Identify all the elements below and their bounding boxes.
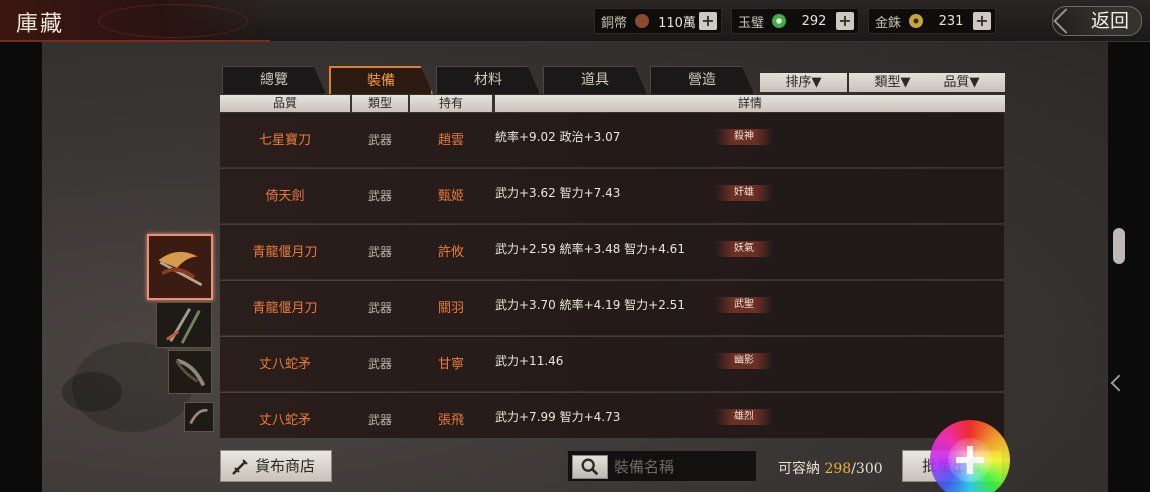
gold-coin-icon <box>909 14 923 28</box>
item-detail: 武力+3.70 統率+4.19 智力+2.51 <box>495 298 685 312</box>
jade-disc-icon <box>772 14 786 28</box>
item-owner: 許攸 <box>437 245 464 260</box>
column-header-owner[interactable]: 持有 <box>410 95 492 112</box>
item-type: 武器 <box>367 357 392 371</box>
table-row[interactable]: 青龍偃月刀 武器 許攸 武力+2.59 統率+3.48 智力+4.61 妖氣 <box>220 225 1004 280</box>
item-tag: 武聖 <box>715 297 773 313</box>
item-owner: 甄姬 <box>437 189 464 204</box>
tab-construction[interactable]: 營造 <box>650 66 754 94</box>
item-detail: 武力+11.46 <box>495 354 564 368</box>
add-gold-button[interactable]: + <box>973 12 991 30</box>
title-plate: 庫藏 <box>0 0 270 42</box>
item-type: 武器 <box>367 245 392 259</box>
item-name: 七星寶刀 <box>258 133 311 148</box>
table-row[interactable]: 青龍偃月刀 武器 關羽 武力+3.70 統率+4.19 智力+2.51 武聖 <box>220 281 1004 336</box>
sort-dropdown[interactable]: 排序▼ <box>760 73 847 92</box>
column-header-type[interactable]: 類型 <box>352 95 408 112</box>
capacity-label: 可容納 <box>778 461 820 477</box>
chevron-left-icon <box>1053 8 1079 34</box>
item-name: 青龍偃月刀 <box>252 245 318 260</box>
capacity-total: 300 <box>855 461 883 477</box>
item-name: 丈八蛇矛 <box>258 413 311 428</box>
thumbnail-crescent-blade[interactable] <box>147 234 213 300</box>
right-margin <box>1108 42 1150 492</box>
ink-decoration <box>62 372 122 412</box>
currency-value: 292 <box>801 13 827 29</box>
currency-copper: 銅幣 110萬 + <box>594 8 722 34</box>
column-header-detail: 詳情 <box>495 95 1005 112</box>
currency-name: 玉璧 <box>738 15 765 31</box>
capacity-used: 298 <box>824 461 852 477</box>
add-copper-button[interactable]: + <box>699 12 717 30</box>
table-row[interactable]: 七星寶刀 武器 趙雲 統率+9.02 政治+3.07 殺神 <box>220 113 1004 168</box>
crescent-blade-icon <box>149 236 211 298</box>
currency-name: 金銖 <box>875 15 902 31</box>
small-blade-icon <box>185 403 213 431</box>
item-owner: 甘寧 <box>437 357 464 372</box>
item-owner: 趙雲 <box>437 133 464 148</box>
item-tag: 雄烈 <box>715 409 773 425</box>
item-owner: 關羽 <box>437 301 464 316</box>
copper-coin-icon <box>635 14 649 28</box>
item-name: 丈八蛇矛 <box>258 357 311 372</box>
item-name: 倚天劍 <box>265 189 305 204</box>
item-type: 武器 <box>367 189 392 203</box>
thumbnail-dual-swords[interactable] <box>156 302 212 348</box>
capacity-indicator: 可容納 298/300 <box>778 458 883 478</box>
sword-icon <box>232 459 248 475</box>
item-tag: 奸雄 <box>715 185 773 201</box>
item-detail: 統率+9.02 政治+3.07 <box>495 130 621 144</box>
column-header-quality[interactable]: 品質 <box>220 95 350 112</box>
table-row[interactable]: 丈八蛇矛 武器 張飛 武力+7.99 智力+4.73 雄烈 <box>220 393 1004 438</box>
currency-value: 231 <box>938 13 964 29</box>
left-margin <box>0 42 42 492</box>
search-icon <box>581 458 599 476</box>
item-tag: 妖氣 <box>715 241 773 257</box>
tab-items[interactable]: 道具 <box>543 66 647 94</box>
floating-assist-button[interactable] <box>930 420 1010 492</box>
tab-equipment[interactable]: 裝備 <box>329 66 433 94</box>
search-input[interactable] <box>614 455 754 479</box>
thumbnail-small-blade[interactable] <box>184 402 214 432</box>
table-row[interactable]: 丈八蛇矛 武器 甘寧 武力+11.46 幽影 <box>220 337 1004 392</box>
currency-jade: 玉璧 292 + <box>731 8 859 34</box>
return-label: 返回 <box>1090 10 1129 32</box>
cloud-ornament-icon <box>98 4 248 38</box>
currency-shop-button[interactable]: 貨布商店 <box>220 450 332 482</box>
dual-swords-icon <box>157 303 211 347</box>
search-button[interactable] <box>572 455 608 479</box>
item-detail: 武力+3.62 智力+7.43 <box>495 186 621 200</box>
shop-label: 貨布商店 <box>255 457 316 475</box>
add-jade-button[interactable]: + <box>836 12 854 30</box>
item-name: 青龍偃月刀 <box>252 301 318 316</box>
currency-name: 銅幣 <box>601 15 628 31</box>
thumbnail-curved-glaive[interactable] <box>168 350 212 394</box>
return-button[interactable]: 返回 <box>1052 6 1142 36</box>
item-type: 武器 <box>367 301 392 315</box>
item-tag: 殺神 <box>715 129 773 145</box>
plus-icon <box>967 446 973 474</box>
tab-materials[interactable]: 材料 <box>436 66 540 94</box>
item-tag: 幽影 <box>715 353 773 369</box>
item-detail: 武力+7.99 智力+4.73 <box>495 410 621 424</box>
item-type: 武器 <box>367 133 392 147</box>
quality-dropdown[interactable]: 品質▼ <box>918 73 1005 92</box>
currency-gold: 金銖 231 + <box>868 8 996 34</box>
item-type: 武器 <box>367 413 392 427</box>
page-title: 庫藏 <box>16 12 65 37</box>
item-detail: 武力+2.59 統率+3.48 智力+4.61 <box>495 242 685 256</box>
search-box <box>567 450 757 482</box>
item-owner: 張飛 <box>437 413 464 428</box>
currency-value: 110萬 <box>658 15 696 31</box>
top-bar: 庫藏 銅幣 110萬 + 玉璧 292 + 金銖 231 + 返回 <box>0 0 1150 42</box>
curved-glaive-icon <box>169 351 211 393</box>
scrollbar-thumb[interactable] <box>1113 228 1125 264</box>
table-row[interactable]: 倚天劍 武器 甄姬 武力+3.62 智力+7.43 奸雄 <box>220 169 1004 224</box>
tab-overview[interactable]: 總覽 <box>222 66 326 94</box>
equipment-list[interactable]: 七星寶刀 武器 趙雲 統率+9.02 政治+3.07 殺神 倚天劍 武器 甄姬 … <box>220 113 1004 438</box>
